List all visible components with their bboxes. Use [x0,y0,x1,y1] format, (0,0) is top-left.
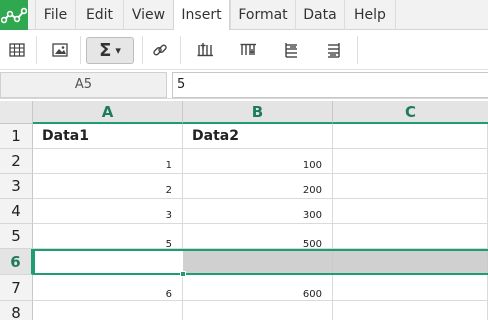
cell-b6[interactable] [183,249,333,275]
insert-image-button[interactable] [47,37,73,63]
insert-table-button[interactable] [4,37,30,63]
cell-a4[interactable]: 3 [33,199,183,224]
select-all-corner[interactable] [0,101,33,124]
image-icon [52,43,68,57]
cell-b3[interactable]: 200 [183,174,333,199]
cell-c4[interactable] [333,199,488,224]
cell-b1[interactable]: Data2 [183,124,333,149]
cell-c7[interactable] [333,275,488,301]
cell-a5[interactable]: 5 [33,224,183,250]
row-header[interactable]: 7 [0,275,33,301]
row-header[interactable]: 1 [0,124,33,149]
toolbar-separator [80,36,81,64]
insert-column-before-button[interactable] [193,37,219,63]
menu-view[interactable]: View [123,0,173,30]
insert-row-after-button[interactable] [321,37,347,63]
cell-b4[interactable]: 300 [183,199,333,224]
sum-icon: Σ [99,40,112,61]
toolbar-separator [180,36,181,64]
app-logo-icon [1,7,27,24]
row-header[interactable]: 3 [0,174,33,199]
formula-bar: A5 5 [0,71,488,99]
row-header[interactable]: 2 [0,149,33,174]
cell-b7[interactable]: 600 [183,275,333,301]
insert-row-before-icon [285,43,297,58]
insert-column-before-icon [197,43,213,57]
insert-row-before-button[interactable] [279,37,305,63]
menu-insert[interactable]: Insert [173,0,230,31]
menu-bar: File Edit View Insert Format Data Help [0,0,488,31]
toolbar-separator [142,36,143,64]
menu-edit[interactable]: Edit [75,0,123,30]
column-header-c[interactable]: C [333,101,488,124]
cell-a8[interactable] [33,301,183,320]
cell-a7[interactable]: 6 [33,275,183,301]
toolbar: Σ ▾ [0,30,488,70]
table-icon [9,43,25,57]
cell-a1[interactable]: Data1 [33,124,183,149]
active-cell[interactable] [34,250,183,274]
formula-input[interactable]: 5 [172,72,488,98]
cell-a3[interactable]: 2 [33,174,183,199]
cell-c6[interactable] [333,249,488,275]
menu-format[interactable]: Format [230,0,295,30]
cell-c8[interactable] [333,301,488,320]
menu-data[interactable]: Data [295,0,344,30]
row-header[interactable]: 4 [0,199,33,224]
cell-reference-box[interactable]: A5 [0,72,167,98]
row-header[interactable]: 8 [0,301,33,320]
fill-handle[interactable] [180,271,186,277]
cell-c3[interactable] [333,174,488,199]
row-header[interactable]: 5 [0,224,33,249]
insert-column-after-icon [240,43,256,55]
cell-b5[interactable]: 500 [183,224,333,250]
insert-row-after-icon [328,43,340,58]
link-icon [153,44,167,56]
cell-c5[interactable] [333,224,488,249]
insert-link-button[interactable] [147,37,173,63]
menu-help[interactable]: Help [344,0,396,30]
cell-c2[interactable] [333,149,488,174]
chevron-down-icon: ▾ [115,44,121,57]
toolbar-separator [36,36,37,64]
app-logo[interactable] [0,0,28,30]
toolbar-separator [357,36,358,64]
spreadsheet-grid: A B C 1 Data1 Data2 2 1 100 3 2 200 4 3 … [0,101,488,320]
row-header-selected[interactable]: 6 [0,249,33,275]
menu-file[interactable]: File [35,0,75,30]
autosum-button[interactable]: Σ ▾ [86,37,134,64]
insert-column-after-button[interactable] [236,37,262,63]
cell-a2[interactable]: 1 [33,149,183,174]
cell-b8[interactable] [183,301,333,320]
column-header-a[interactable]: A [33,101,183,124]
cell-c1[interactable] [333,124,488,149]
cell-b2[interactable]: 100 [183,149,333,174]
column-header-b[interactable]: B [183,101,333,124]
